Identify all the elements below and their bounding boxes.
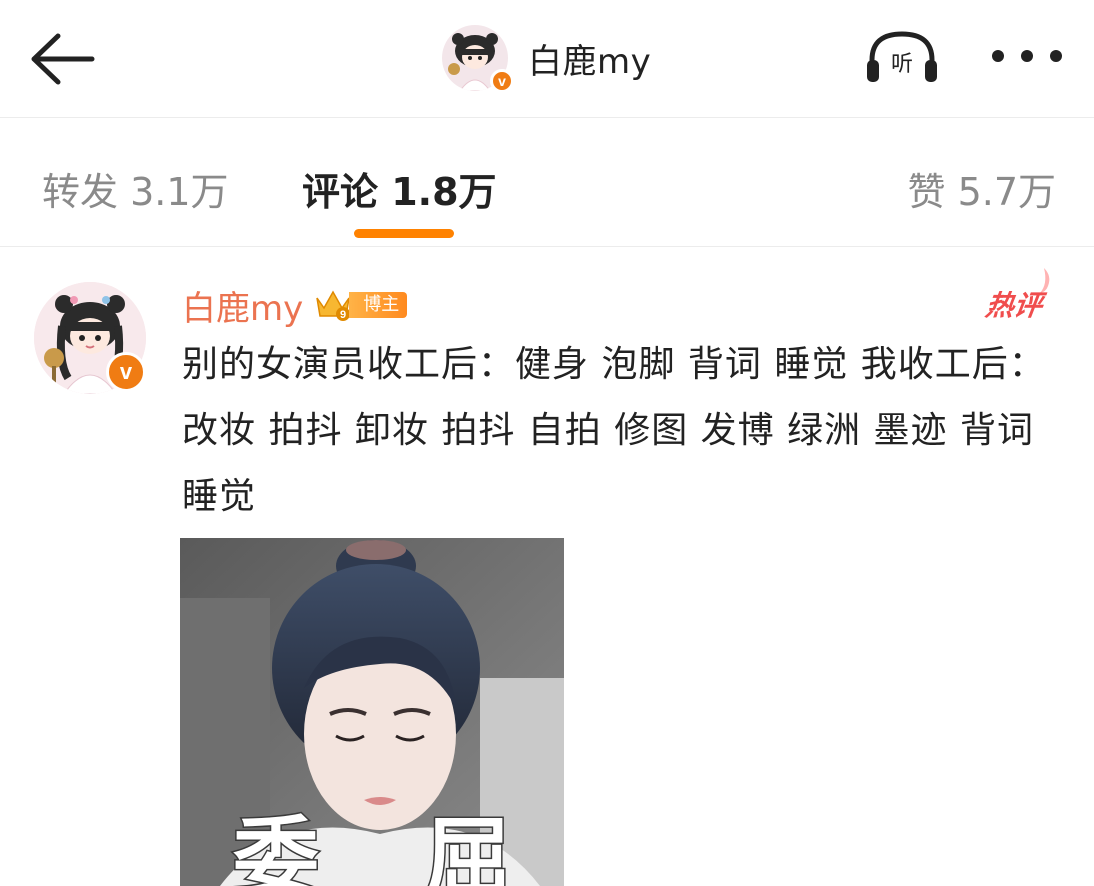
active-tab-indicator xyxy=(354,229,454,238)
tab-comment[interactable]: 评论 1.8万 xyxy=(302,161,497,216)
more-dots-icon xyxy=(992,50,1004,62)
svg-text:9: 9 xyxy=(340,309,346,321)
hot-comment-tag: 热评 xyxy=(983,289,1045,322)
arrow-left-icon xyxy=(31,33,95,85)
crown-icon: 9 xyxy=(316,290,351,321)
comment-header: 白鹿my 9 博主 xyxy=(182,284,408,329)
more-dots-icon xyxy=(1050,50,1062,62)
verified-badge: v xyxy=(106,352,146,392)
listen-button[interactable]: 听 xyxy=(864,28,940,86)
image-caption: 委 屈 xyxy=(180,787,564,886)
tab-repost[interactable]: 转发 3.1万 xyxy=(42,161,229,216)
header-avatar[interactable]: v xyxy=(442,25,514,93)
tab-like[interactable]: 赞 5.7万 xyxy=(907,161,1056,216)
tab-bar: 转发 3.1万 评论 1.8万 赞 5.7万 xyxy=(0,119,1094,247)
header-title: 白鹿my xyxy=(528,41,652,82)
comment-author-name[interactable]: 白鹿my xyxy=(182,281,303,330)
listen-label: 听 xyxy=(891,52,913,77)
comment-item: v 白鹿my 9 博主 热评 别的女演员收工后：健身 泡脚 背词 睡觉 我收工后… xyxy=(0,248,1094,886)
blogger-badge: 博主 xyxy=(349,292,408,318)
header-user[interactable]: v 白鹿my xyxy=(442,24,652,93)
comment-image[interactable]: 委 屈 xyxy=(180,538,564,886)
back-button[interactable] xyxy=(26,30,96,88)
comment-avatar[interactable]: v xyxy=(34,282,146,394)
comment-text: 别的女演员收工后：健身 泡脚 背词 睡觉 我收工后：改妆 拍抖 卸妆 拍抖 自拍… xyxy=(182,344,1046,517)
top-nav-bar: v 白鹿my 听 xyxy=(0,0,1094,118)
more-button[interactable] xyxy=(992,36,1062,76)
headphones-icon: 听 xyxy=(867,31,937,82)
image-caption-left: 委 xyxy=(232,807,321,886)
image-caption-right: 屈 xyxy=(424,807,513,886)
verified-badge: v xyxy=(490,69,514,93)
more-dots-icon xyxy=(1021,50,1033,62)
